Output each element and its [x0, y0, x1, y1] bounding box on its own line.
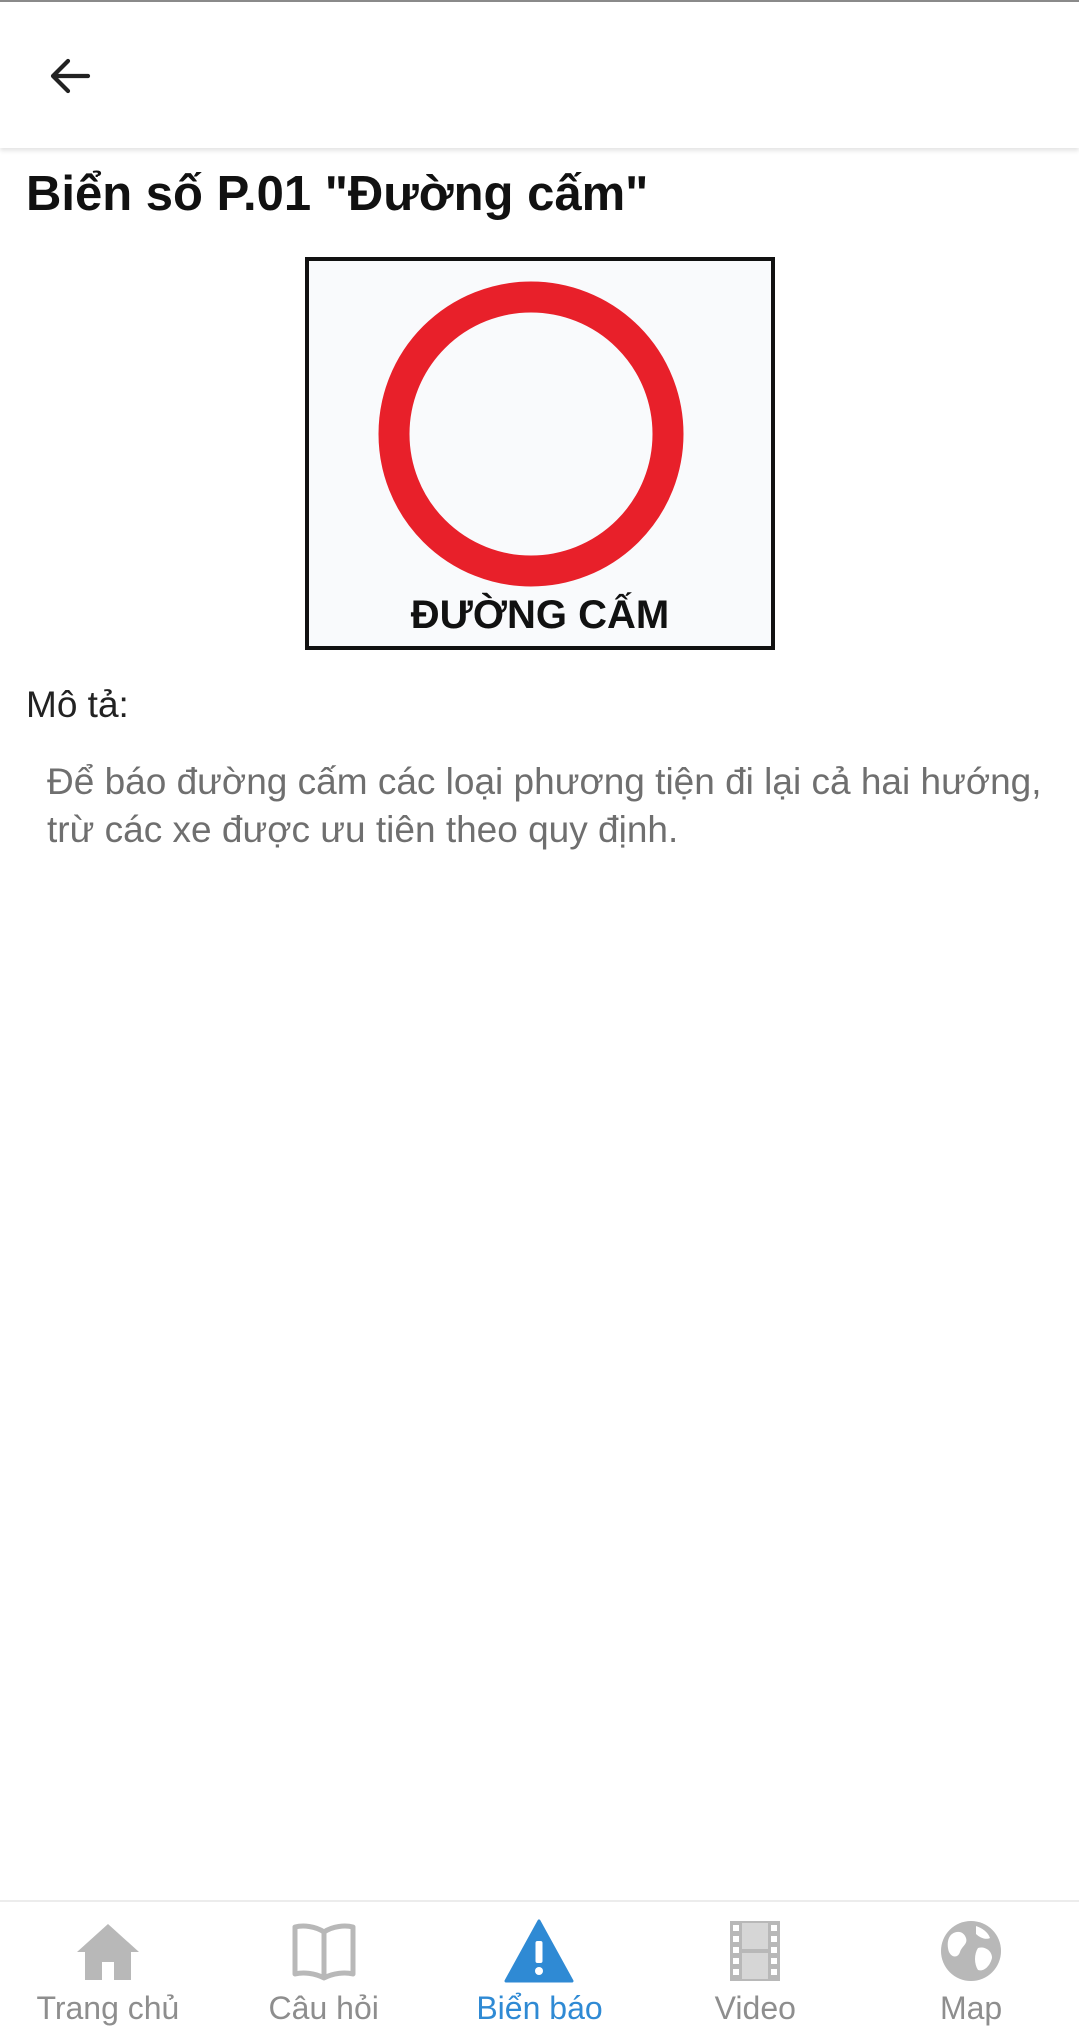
nav-label-questions: Câu hỏi: [268, 1990, 379, 2026]
arrow-left-icon: [46, 52, 94, 105]
description-text: Để báo đường cấm các loại phương tiện đi…: [47, 761, 1042, 850]
top-app-bar: [0, 0, 1079, 148]
bottom-navigation: Trang chủ Câu hỏi Biển báo Video Map: [0, 1900, 1079, 2032]
nav-label-home: Trang chủ: [36, 1990, 180, 2026]
sign-image: ĐƯỜNG CẤM: [305, 257, 775, 650]
nav-item-questions[interactable]: Câu hỏi: [216, 1902, 432, 2032]
nav-item-video[interactable]: Video: [647, 1902, 863, 2032]
page-title: Biển số P.01 "Đường cấm": [26, 167, 649, 221]
film-icon: [720, 1918, 790, 1984]
home-icon: [73, 1918, 143, 1984]
prohibition-sign-graphic: [378, 281, 684, 587]
description-label: Mô tả:: [26, 684, 129, 725]
nav-item-map[interactable]: Map: [863, 1902, 1079, 2032]
nav-label-map: Map: [939, 1990, 1003, 2026]
back-button[interactable]: [30, 38, 110, 118]
warning-triangle-icon: [504, 1918, 574, 1984]
app-root: Biển số P.01 "Đường cấm" ĐƯỜNG CẤM Mô tả…: [0, 0, 1079, 2032]
sign-caption: ĐƯỜNG CẤM: [410, 593, 670, 637]
nav-item-signs[interactable]: Biển báo: [432, 1902, 648, 2032]
nav-label-video: Video: [714, 1990, 796, 2026]
globe-icon: [936, 1918, 1006, 1984]
book-icon: [289, 1918, 359, 1984]
nav-item-home[interactable]: Trang chủ: [0, 1902, 216, 2032]
nav-label-signs: Biển báo: [476, 1990, 603, 2026]
